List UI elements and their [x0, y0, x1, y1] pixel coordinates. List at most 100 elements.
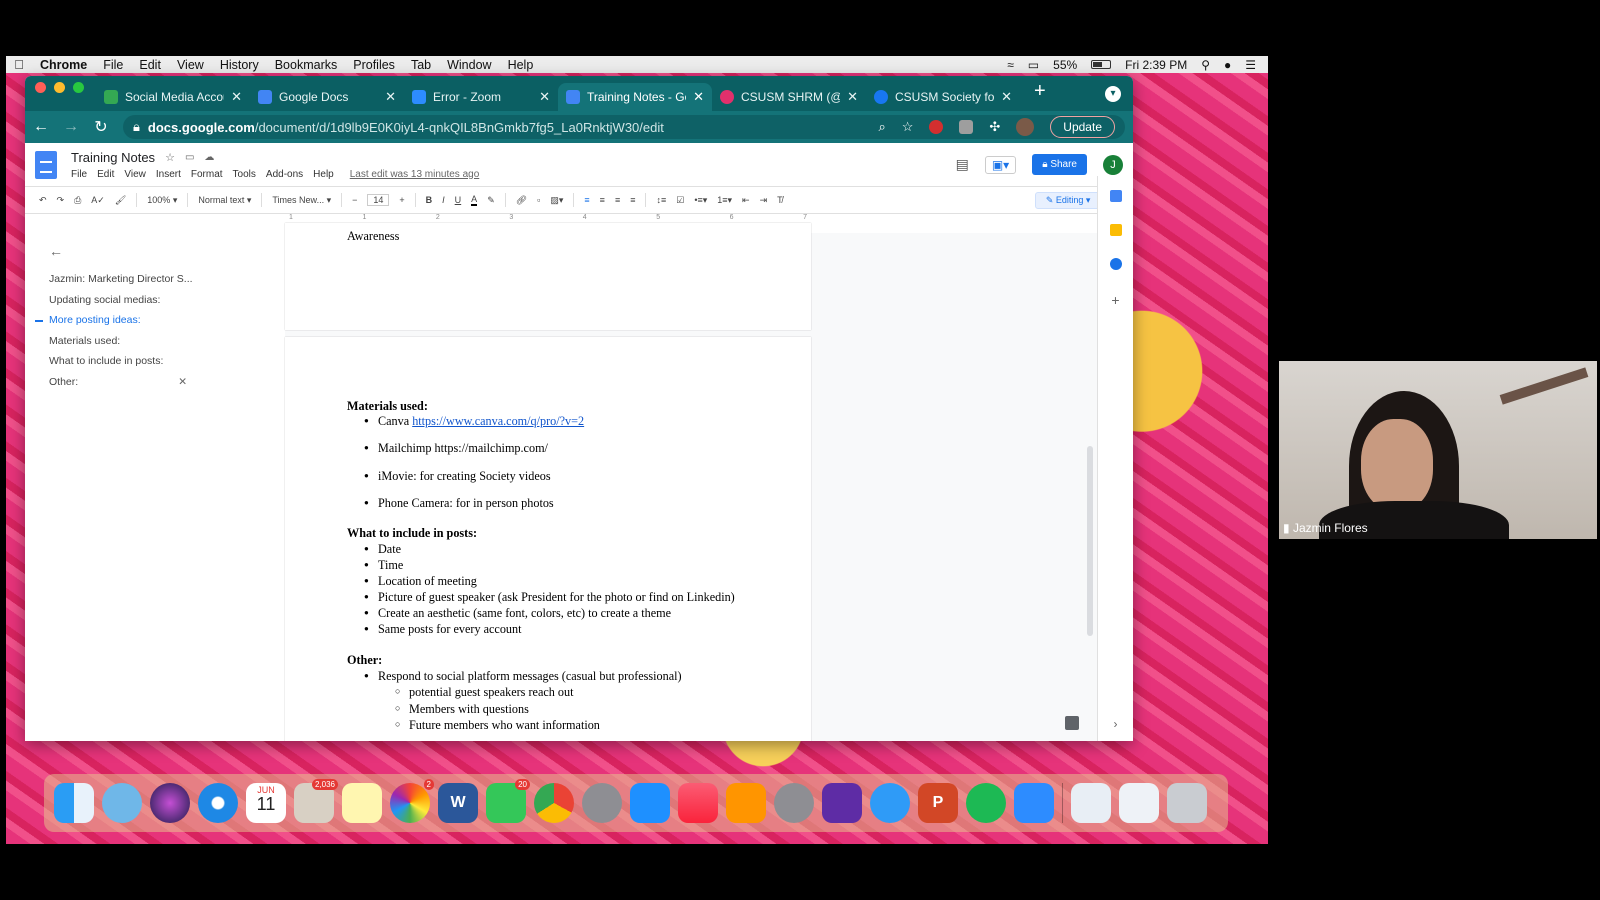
print-icon[interactable]: ⎙ — [74, 195, 81, 206]
underline-icon[interactable]: U — [455, 195, 462, 205]
tab-training-notes[interactable]: Training Notes - Goo ✕ — [558, 83, 712, 111]
document-page[interactable]: Materials used: Canva https://www.canva.… — [285, 337, 811, 741]
document-canvas[interactable]: Awareness Materials used: Canva https://… — [285, 223, 1113, 741]
vertical-scrollbar[interactable] — [1087, 446, 1093, 636]
books-icon[interactable] — [726, 783, 766, 823]
address-bar[interactable]: 🔒︎ docs.google.com/document/d/1d9lb9E0K0… — [123, 115, 1125, 139]
docs-menu-edit[interactable]: Edit — [97, 169, 114, 180]
close-icon[interactable]: ✕ — [231, 89, 242, 105]
powerpoint-icon[interactable]: P — [918, 783, 958, 823]
doc-title[interactable]: Training Notes — [71, 150, 155, 165]
menu-bookmarks[interactable]: Bookmarks — [267, 58, 346, 72]
menu-help[interactable]: Help — [500, 58, 542, 72]
close-icon[interactable]: ✕ — [385, 89, 396, 105]
launchpad-icon[interactable] — [582, 783, 622, 823]
siri-icon[interactable]: ● — [1224, 58, 1231, 72]
undo-icon[interactable]: ↶ — [39, 195, 47, 206]
chrome-icon[interactable] — [534, 783, 574, 823]
extension-icon[interactable] — [959, 120, 974, 134]
menu-edit[interactable]: Edit — [131, 58, 169, 72]
menu-file[interactable]: File — [95, 58, 131, 72]
close-icon[interactable]: ✕ — [847, 89, 858, 105]
docs-menu-format[interactable]: Format — [191, 169, 223, 180]
justify-icon[interactable]: ≡ — [630, 195, 635, 205]
docs-logo-icon[interactable] — [35, 150, 57, 179]
profile-avatar[interactable] — [1016, 118, 1035, 136]
highlight-icon[interactable]: ✎ — [487, 195, 495, 206]
share-button[interactable]: 🔒︎ Share — [1032, 154, 1087, 175]
calendar-icon[interactable]: JUN 11 — [246, 783, 286, 823]
numbered-list-icon[interactable]: 1≡▾ — [717, 195, 732, 206]
bulleted-list-icon[interactable]: •≡▾ — [694, 195, 707, 206]
star-icon[interactable]: ☆ — [165, 151, 175, 164]
system-preferences-icon[interactable] — [774, 783, 814, 823]
keep-icon[interactable] — [1109, 224, 1122, 236]
docs-menu-file[interactable]: File — [71, 169, 87, 180]
zoom-video-tile[interactable]: ▮ Jazmin Flores — [1279, 361, 1597, 539]
update-button[interactable]: Update — [1050, 116, 1115, 138]
tab-facebook[interactable]: CSUSM Society for H ✕ — [866, 83, 1020, 111]
clock[interactable]: Fri 2:39 PM — [1125, 58, 1187, 72]
zoom-select[interactable]: 100% ▾ — [147, 195, 177, 206]
network-globe-icon[interactable] — [102, 783, 142, 823]
paint-format-icon[interactable]: 🖌︎ — [115, 195, 126, 206]
clear-formatting-icon[interactable]: T̸ — [777, 195, 783, 205]
extensions-puzzle-icon[interactable]: ✣ — [989, 119, 1000, 135]
font-size-increase-icon[interactable]: + — [399, 195, 404, 205]
minimize-window-button[interactable] — [54, 82, 65, 93]
link-icon[interactable]: 🔗︎ — [516, 195, 527, 206]
bookmark-star-icon[interactable]: ☆ — [902, 119, 914, 135]
font-size-decrease-icon[interactable]: − — [352, 195, 357, 205]
font-select[interactable]: Times New... ▾ — [272, 195, 331, 206]
docs-menu-help[interactable]: Help — [313, 169, 334, 180]
menu-history[interactable]: History — [212, 58, 267, 72]
meet-icon[interactable]: ▣▾ — [984, 155, 1017, 174]
word-icon[interactable]: W — [438, 783, 478, 823]
outline-item[interactable]: Materials used: — [49, 331, 215, 352]
align-center-icon[interactable]: ≡ — [600, 195, 605, 205]
spellcheck-icon[interactable]: A✓ — [91, 195, 105, 206]
document-page[interactable]: Awareness — [285, 223, 811, 330]
close-icon[interactable]: ✕ — [539, 89, 550, 105]
messages-icon[interactable] — [870, 783, 910, 823]
spotify-icon[interactable] — [966, 783, 1006, 823]
outline-item[interactable]: Jazmin: Marketing Director S... — [49, 269, 215, 290]
back-icon[interactable]: ← — [33, 118, 49, 136]
battery-icon[interactable] — [1091, 60, 1112, 69]
redo-icon[interactable]: ↷ — [57, 195, 65, 206]
chevron-right-icon[interactable]: › — [1098, 717, 1133, 731]
menu-tab[interactable]: Tab — [403, 58, 439, 72]
menu-app[interactable]: Chrome — [32, 58, 95, 72]
line-spacing-icon[interactable]: ↕≡ — [656, 195, 666, 205]
safari-icon[interactable] — [198, 783, 238, 823]
outline-item-active[interactable]: More posting ideas: — [35, 310, 215, 331]
close-icon[interactable]: ✕ — [1001, 89, 1012, 105]
new-tab-button[interactable]: + — [1020, 80, 1060, 107]
wifi-icon[interactable]: ≈ — [1007, 58, 1014, 72]
extension-icon[interactable] — [929, 120, 944, 134]
decrease-indent-icon[interactable]: ⇤ — [742, 195, 750, 206]
photos-icon[interactable]: 2 — [390, 779, 434, 823]
zoom-icon[interactable]: ⌕ — [878, 119, 885, 135]
add-on-icon[interactable]: + — [1098, 292, 1133, 308]
preview-icon[interactable]: 2,036 — [294, 779, 338, 823]
apple-icon[interactable]:  — [6, 57, 32, 72]
spotlight-icon[interactable]: ⚲ — [1201, 58, 1210, 72]
cloud-status-icon[interactable]: ☁ — [204, 152, 214, 163]
siri-icon[interactable] — [150, 783, 190, 823]
imovie-icon[interactable] — [822, 783, 862, 823]
bold-icon[interactable]: B — [426, 195, 433, 205]
tasks-icon[interactable] — [1109, 258, 1122, 270]
menu-profiles[interactable]: Profiles — [345, 58, 403, 72]
docs-menu-addons[interactable]: Add-ons — [266, 169, 303, 180]
app-store-icon[interactable] — [630, 783, 670, 823]
text-color-icon[interactable]: A — [471, 194, 478, 206]
tab-search-icon[interactable]: ▾ — [1105, 85, 1121, 102]
image-icon[interactable]: ▨▾ — [550, 195, 563, 206]
tab-google-docs[interactable]: Google Docs ✕ — [250, 83, 404, 111]
move-folder-icon[interactable]: ▭ — [185, 152, 194, 163]
recent-document-icon[interactable] — [1071, 783, 1111, 823]
notification-center-icon[interactable]: ☰ — [1245, 58, 1256, 72]
docs-menu-insert[interactable]: Insert — [156, 169, 181, 180]
last-edit-link[interactable]: Last edit was 13 minutes ago — [350, 169, 480, 180]
